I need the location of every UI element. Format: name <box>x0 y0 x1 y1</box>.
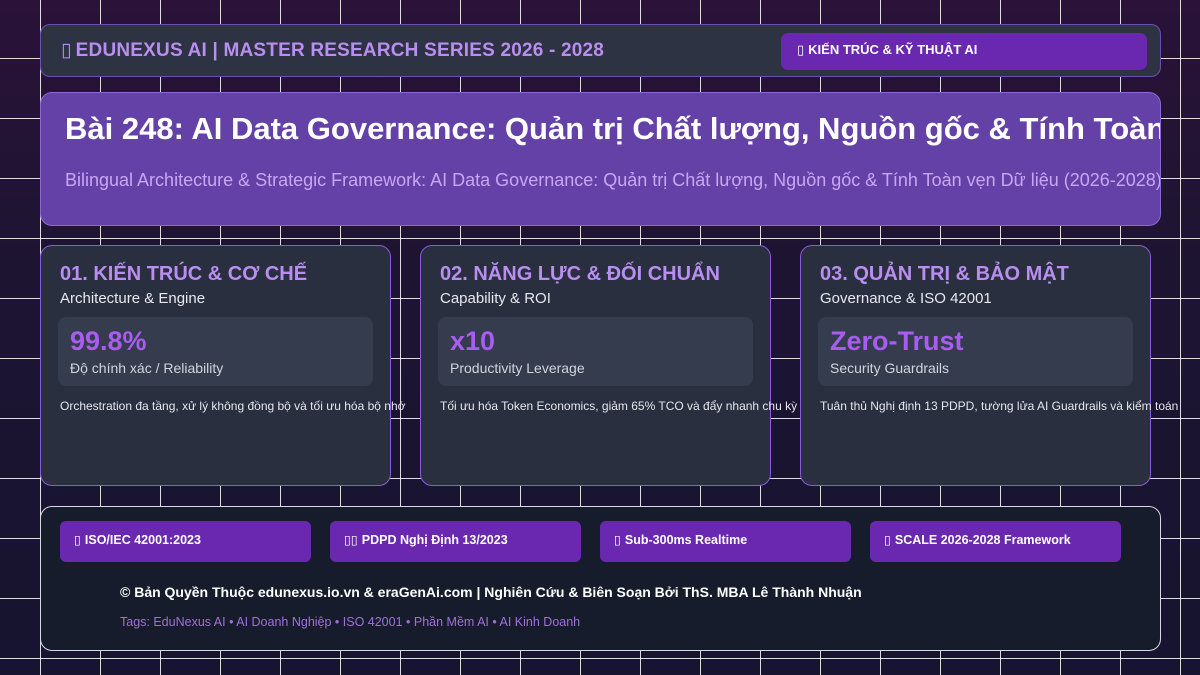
category-label: KIẾN TRÚC & KỸ THUẬT AI <box>808 42 978 57</box>
card-heading: 01. KIẾN TRÚC & CƠ CHẾ <box>60 263 308 285</box>
badge-scale[interactable]: ▯ SCALE 2026-2028 Framework <box>870 521 1121 562</box>
badge-icon: ▯ <box>884 533 891 547</box>
card-capability[interactable]: 02. NĂNG LỰC & ĐỐI CHUẨN Capability & RO… <box>420 245 797 486</box>
badge-label: PDPD Nghị Định 13/2023 <box>361 533 508 547</box>
badge-icon: ▯▯ <box>344 533 358 547</box>
badge-label: SCALE 2026-2028 Framework <box>894 533 1071 547</box>
badge-realtime[interactable]: ▯ Sub-300ms Realtime <box>600 521 851 562</box>
badge-pdpd[interactable]: ▯▯ PDPD Nghị Định 13/2023 <box>330 521 581 562</box>
copyright-text: © Bản Quyền Thuộc edunexus.io.vn & eraGe… <box>120 584 862 600</box>
brand-text: EDUNEXUS AI | MASTER RESEARCH SERIES 202… <box>75 40 605 61</box>
card-description: Tối ưu hóa Token Economics, giảm 65% TCO… <box>440 399 798 413</box>
card-stat-box: x10 Productivity Leverage <box>438 317 753 386</box>
badge-iso[interactable]: ▯ ISO/IEC 42001:2023 <box>60 521 311 562</box>
card-stat-value: 99.8% <box>70 326 147 356</box>
card-subheading: Architecture & Engine <box>60 290 206 307</box>
card-subheading: Governance & ISO 42001 <box>820 290 992 307</box>
tag-list[interactable]: Tags: EduNexus AI • AI Doanh Nghiệp • IS… <box>120 615 580 629</box>
card-stat-box: 99.8% Độ chính xác / Reliability <box>58 317 373 386</box>
badge-icon: ▯ <box>614 533 621 547</box>
hero-banner: Bài 248: AI Data Governance: Quản trị Ch… <box>40 92 1161 226</box>
card-description: Tuân thủ Nghị định 13 PDPD, tường lửa AI… <box>820 399 1179 413</box>
top-header-bar: ▯ EDUNEXUS AI | MASTER RESEARCH SERIES 20… <box>40 24 1161 77</box>
article-subtitle: Bilingual Architecture & Strategic Frame… <box>65 170 1161 190</box>
card-description: Orchestration đa tầng, xử lý không đồng … <box>60 399 406 413</box>
card-stat-label: Độ chính xác / Reliability <box>70 360 224 376</box>
badge-label: Sub-300ms Realtime <box>624 533 748 547</box>
footer-panel: ▯ ISO/IEC 42001:2023 ▯▯ PDPD Nghị Định 13/… <box>40 506 1161 651</box>
card-subheading: Capability & ROI <box>440 290 551 307</box>
card-stat-value: x10 <box>450 326 496 356</box>
card-governance[interactable]: 03. QUẢN TRỊ & BẢO MẬT Governance & ISO … <box>800 245 1178 486</box>
card-heading: 03. QUẢN TRỊ & BẢO MẬT <box>820 263 1069 285</box>
card-stat-label: Productivity Leverage <box>450 360 585 376</box>
category-badge[interactable]: ▯ KIẾN TRÚC & KỸ THUẬT AI <box>781 33 1147 70</box>
card-architecture[interactable]: 01. KIẾN TRÚC & CƠ CHẾ Architecture & En… <box>40 245 406 486</box>
card-heading: 02. NĂNG LỰC & ĐỐI CHUẨN <box>440 263 720 285</box>
badge-label: ISO/IEC 42001:2023 <box>84 533 201 547</box>
article-title: Bài 248: AI Data Governance: Quản trị Ch… <box>65 111 1161 146</box>
badge-icon: ▯ <box>74 533 81 547</box>
card-stat-value: Zero-Trust <box>830 326 964 356</box>
brand-icon: ▯ <box>61 40 72 61</box>
card-stat-box: Zero-Trust Security Guardrails <box>818 317 1133 386</box>
card-stat-label: Security Guardrails <box>830 360 950 376</box>
brand-title[interactable]: ▯ EDUNEXUS AI | MASTER RESEARCH SERIES 20… <box>61 39 604 62</box>
category-icon: ▯ <box>797 42 805 57</box>
